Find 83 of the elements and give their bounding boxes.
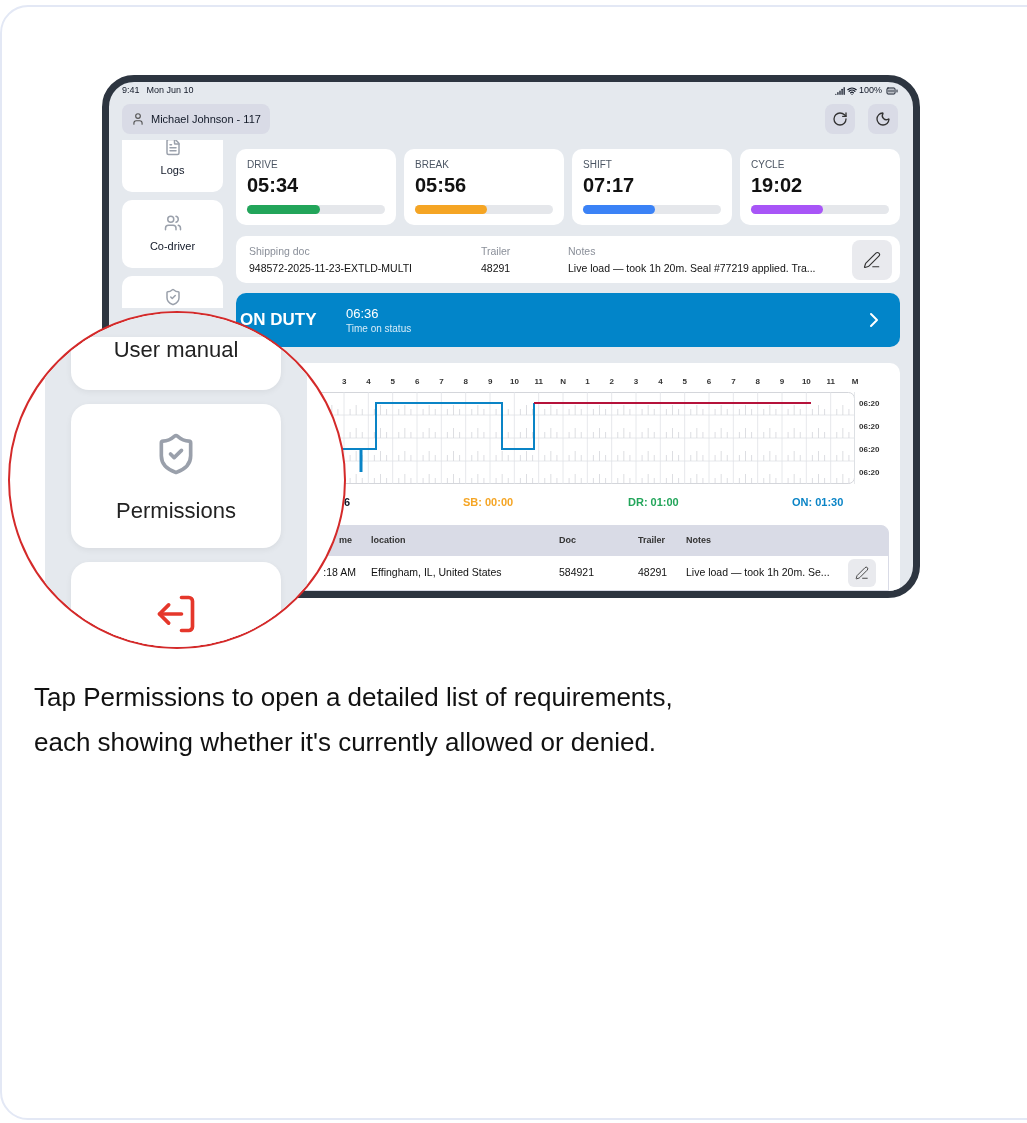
status-time: 9:41	[122, 84, 140, 98]
column-header: location	[370, 534, 407, 548]
shield-check-icon	[163, 288, 182, 306]
duty-time: 06:36	[346, 305, 380, 322]
field-value: 48291	[481, 260, 512, 276]
dark-mode-button[interactable]	[868, 104, 898, 134]
hour-label: 3	[340, 376, 348, 388]
field-value: Live load — took 1h 20m. Seal #77219 applied. Tra...	[568, 260, 817, 276]
battery-level: 100%	[858, 84, 882, 98]
hour-label: 1	[584, 376, 591, 388]
hour-label: 9	[778, 376, 786, 388]
field-label: Shipping doc	[249, 243, 311, 258]
edit-icon	[863, 250, 881, 269]
signal-icon	[834, 86, 845, 96]
edit-button[interactable]	[848, 559, 876, 587]
field-label: Notes	[568, 243, 597, 258]
battery-icon	[884, 85, 900, 97]
hour-label: 4	[657, 376, 664, 388]
user-icon	[131, 112, 145, 126]
duty-total: 6	[344, 495, 352, 509]
refresh-button[interactable]	[825, 104, 855, 134]
column-header: Trailer	[637, 534, 667, 548]
row-label: 06:20	[859, 444, 880, 456]
hour-label: 6	[413, 376, 421, 388]
stat-value: 05:34	[247, 173, 300, 198]
field-label: Trailer	[481, 243, 512, 258]
users-icon	[163, 213, 182, 232]
row-label: 06:20	[859, 421, 880, 433]
table-cell-text: Effingham, IL, United States	[370, 565, 503, 581]
duty-total: ON: 01:30	[792, 495, 845, 509]
sidebar-item[interactable]	[71, 562, 281, 647]
column-header: Notes	[685, 534, 712, 548]
hour-label: 11	[533, 376, 544, 388]
hour-label: 7	[730, 376, 737, 388]
field-value: 948572-2025-11-23-EXTLD-MULTI	[249, 260, 414, 276]
duty-status: ON DUTY	[240, 309, 318, 332]
hour-label: 8	[462, 376, 469, 388]
row-label: 06:20	[859, 398, 880, 410]
hour-label: 8	[754, 376, 761, 388]
duty-total: SB: 00:00	[463, 495, 515, 509]
hour-label: 9	[486, 376, 494, 388]
table-cell-text: 584921	[558, 565, 596, 581]
sidebar-item[interactable]: User manual	[71, 337, 281, 390]
column-header: Doc	[558, 534, 577, 548]
hour-label: 11	[825, 376, 836, 388]
hour-label: N	[559, 376, 567, 388]
row-label: 06:20	[859, 467, 880, 479]
sidebar-item[interactable]: Permissions	[71, 404, 281, 548]
duty-caption: Time on status	[346, 321, 413, 335]
stat-label: CYCLE	[751, 159, 786, 171]
hour-label: 5	[389, 376, 397, 388]
moon-icon	[875, 111, 891, 127]
stat-value: 19:02	[751, 173, 804, 198]
sidebar-item[interactable]: Co-driver	[122, 200, 223, 268]
hour-label: 4	[365, 376, 372, 388]
hour-label: 5	[681, 376, 688, 388]
edit-button[interactable]	[852, 239, 892, 280]
table-cell-text: :18 AM	[322, 565, 357, 581]
refresh-icon	[832, 111, 848, 127]
stat-label: SHIFT	[583, 159, 613, 171]
sidebar-item[interactable]: Logs	[122, 140, 223, 192]
hour-label: 10	[800, 376, 812, 388]
duty-total: DR: 01:00	[628, 495, 680, 509]
stat-label: DRIVE	[247, 159, 279, 171]
status-date: Mon Jun 10	[146, 84, 194, 98]
hour-label: 2	[608, 376, 615, 388]
stat-label: BREAK	[415, 159, 450, 171]
edit-icon	[855, 566, 869, 580]
duty-status-bar[interactable]: ON DUTY 06:36 Time on status	[236, 293, 900, 347]
wifi-icon	[846, 86, 857, 96]
hour-label: 3	[632, 376, 640, 388]
table-cell-text: 48291	[637, 565, 669, 581]
stat-value: 05:56	[415, 173, 468, 198]
table-cell-text: Live load — took 1h 20m. Se...	[685, 565, 831, 581]
driver-button[interactable]: Michael Johnson - 117	[122, 104, 270, 134]
hour-label: 10	[509, 376, 520, 388]
column-header: me	[338, 534, 353, 548]
hour-label: 7	[438, 376, 445, 388]
caption-text: Tap Permissions to open a detailed list of requirements, each showing whether it's currently allowed or denied.	[34, 681, 674, 759]
stat-value: 07:17	[583, 173, 636, 198]
hour-label: M	[850, 376, 860, 388]
document-icon	[163, 140, 182, 156]
hour-label: 6	[705, 376, 713, 388]
